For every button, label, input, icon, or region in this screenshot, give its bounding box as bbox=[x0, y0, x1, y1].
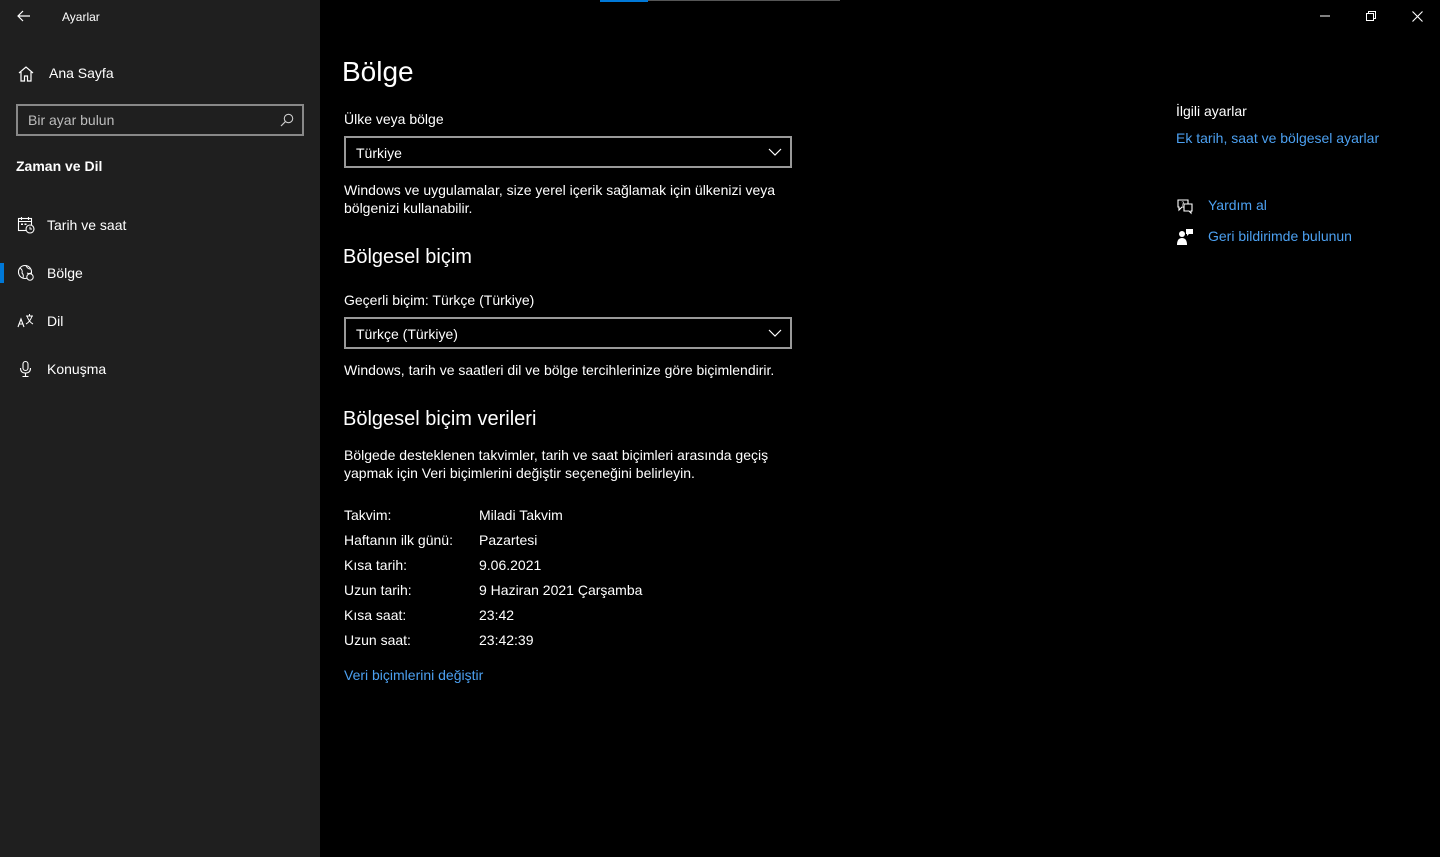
back-button[interactable] bbox=[8, 0, 40, 32]
country-description: Windows ve uygulamalar, size yerel içeri… bbox=[344, 182, 776, 216]
give-feedback-label: Geri bildirimde bulunun bbox=[1208, 228, 1352, 244]
format-data-description: Bölgede desteklenen takvimler, tarih ve … bbox=[344, 447, 769, 481]
section-title: Zaman ve Dil bbox=[16, 158, 103, 174]
sidebar-item-label: Tarih ve saat bbox=[47, 217, 127, 233]
sidebar-item-label: Dil bbox=[47, 313, 64, 329]
format-value: 9.06.2021 bbox=[479, 557, 542, 573]
format-key: Kısa saat: bbox=[344, 607, 407, 623]
change-data-formats-link[interactable]: Veri biçimlerini değiştir bbox=[344, 667, 483, 683]
regional-format-description: Windows, tarih ve saatleri dil ve bölge … bbox=[344, 362, 775, 378]
sidebar-item-language[interactable]: Dil bbox=[0, 301, 320, 341]
format-key: Kısa tarih: bbox=[344, 557, 408, 573]
format-key: Uzun saat: bbox=[344, 632, 411, 648]
help-chat-icon: ? bbox=[1177, 199, 1193, 215]
format-value: 23:42:39 bbox=[479, 632, 534, 648]
regional-format-dropdown[interactable]: Türkçe (Türkiye) bbox=[344, 317, 792, 349]
top-accent-highlight bbox=[600, 0, 648, 2]
sidebar-item-date-time[interactable]: Tarih ve saat bbox=[0, 205, 320, 245]
format-value: Miladi Takvim bbox=[479, 507, 563, 523]
chevron-down-icon bbox=[768, 148, 782, 156]
search-box[interactable] bbox=[16, 104, 304, 136]
home-label: Ana Sayfa bbox=[49, 65, 114, 81]
format-key: Haftanın ilk günü: bbox=[344, 532, 453, 548]
search-input[interactable] bbox=[18, 106, 272, 134]
country-label: Ülke veya bölge bbox=[344, 111, 444, 127]
country-value: Türkiye bbox=[356, 145, 402, 161]
minimize-button[interactable] bbox=[1302, 0, 1348, 32]
globe-region-icon bbox=[17, 264, 34, 281]
regional-format-value: Türkçe (Türkiye) bbox=[356, 326, 458, 342]
selected-indicator bbox=[0, 263, 4, 283]
sidebar: Ayarlar Ana Sayfa Zaman ve Dil Tarih ve … bbox=[0, 0, 320, 857]
sidebar-item-speech[interactable]: Konuşma bbox=[0, 349, 320, 389]
back-arrow-icon bbox=[17, 10, 30, 22]
minimize-icon bbox=[1320, 15, 1330, 17]
restore-button[interactable] bbox=[1348, 0, 1394, 32]
regional-format-heading: Bölgesel biçim bbox=[343, 246, 472, 268]
format-value: Pazartesi bbox=[479, 532, 538, 548]
restore-icon bbox=[1366, 11, 1376, 21]
format-value: 9 Haziran 2021 Çarşamba bbox=[479, 582, 643, 598]
format-key: Uzun tarih: bbox=[344, 582, 412, 598]
get-help-label: Yardım al bbox=[1208, 197, 1267, 213]
language-icon bbox=[17, 314, 34, 328]
page-title: Bölge bbox=[342, 56, 414, 87]
regional-format-label: Geçerli biçim: Türkçe (Türkiye) bbox=[344, 292, 535, 308]
svg-text:?: ? bbox=[1181, 201, 1184, 208]
close-button[interactable] bbox=[1394, 0, 1440, 32]
home-nav-item[interactable]: Ana Sayfa bbox=[0, 56, 320, 92]
microphone-icon bbox=[19, 360, 32, 378]
format-value: 23:42 bbox=[479, 607, 515, 623]
format-data-heading: Bölgesel biçim verileri bbox=[343, 408, 537, 430]
related-settings-title: İlgili ayarlar bbox=[1176, 103, 1247, 119]
home-icon bbox=[18, 66, 34, 82]
sidebar-item-label: Bölge bbox=[47, 265, 83, 281]
sidebar-item-region[interactable]: Bölge bbox=[0, 253, 320, 293]
app-title: Ayarlar bbox=[62, 10, 100, 24]
search-icon[interactable] bbox=[280, 113, 294, 127]
feedback-icon bbox=[1177, 229, 1193, 245]
country-dropdown[interactable]: Türkiye bbox=[344, 136, 792, 168]
format-key: Takvim: bbox=[344, 507, 392, 523]
chevron-down-icon bbox=[768, 329, 782, 337]
additional-settings-link[interactable]: Ek tarih, saat ve bölgesel ayarlar bbox=[1176, 130, 1379, 146]
close-icon bbox=[1411, 10, 1423, 22]
sidebar-item-label: Konuşma bbox=[47, 361, 107, 377]
calendar-clock-icon bbox=[17, 217, 35, 234]
